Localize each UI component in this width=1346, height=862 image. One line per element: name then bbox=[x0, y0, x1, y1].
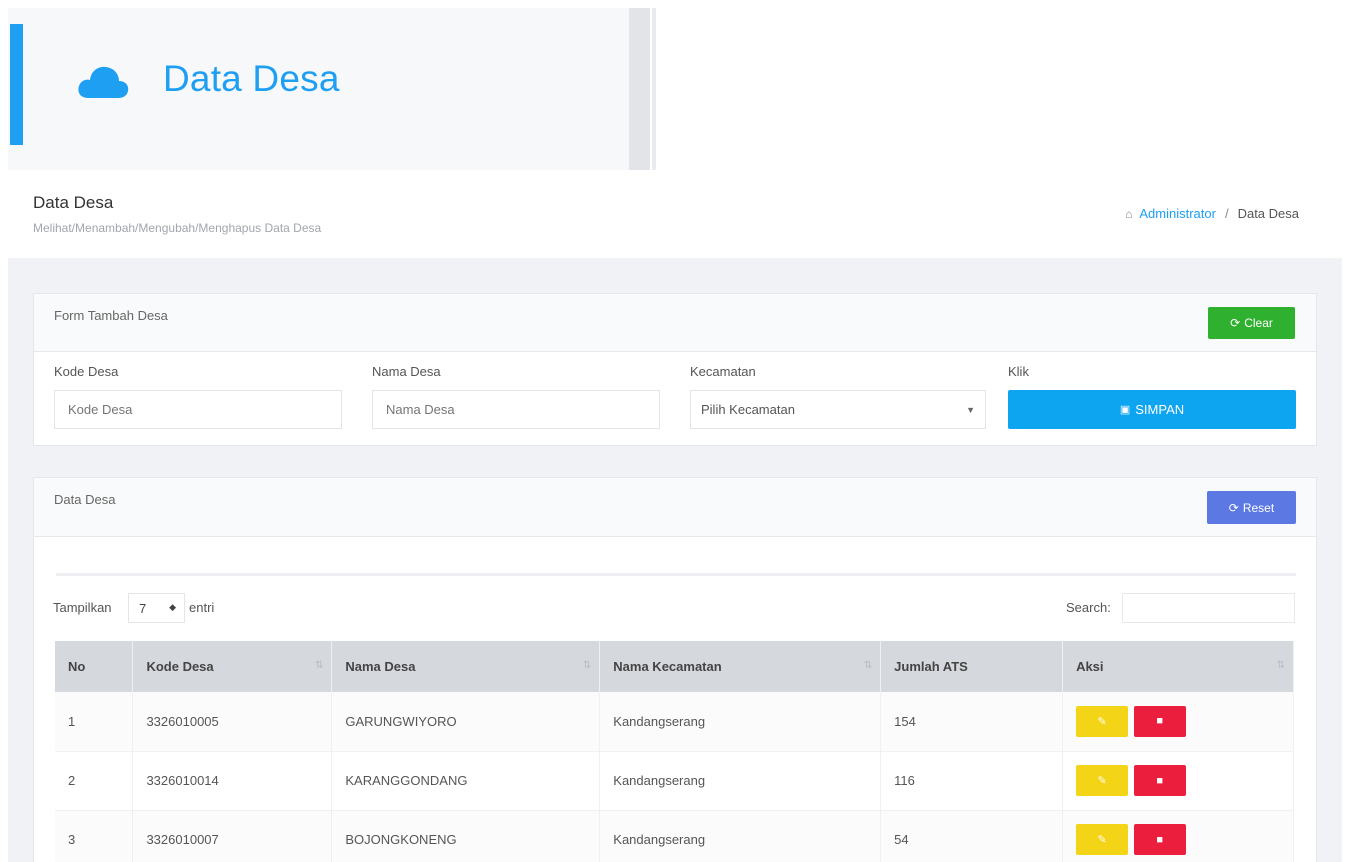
cell-aksi: ✎ ■ bbox=[1062, 810, 1294, 862]
edit-icon: ✎ bbox=[1097, 775, 1107, 787]
kecamatan-select-value: Pilih Kecamatan bbox=[701, 402, 795, 417]
column-header-jumlah-ats[interactable]: Jumlah ATS bbox=[880, 641, 1064, 692]
chevron-updown-icon: ◆ bbox=[169, 602, 176, 612]
trash-icon: ■ bbox=[1156, 715, 1164, 728]
cell-nama-kecamatan: Kandangserang bbox=[599, 692, 882, 752]
page-subtitle: Melihat/Menambah/Mengubah/Menghapus Data… bbox=[33, 221, 322, 235]
refresh-icon: ⟳ bbox=[1228, 500, 1239, 515]
kode-desa-label: Kode Desa bbox=[54, 364, 119, 379]
column-header-nama-kecamatan[interactable]: Nama Kecamatan ⇅ bbox=[599, 641, 882, 692]
length-label-before: Tampilkan bbox=[53, 600, 112, 615]
sort-icon: ⇅ bbox=[863, 660, 873, 671]
home-icon: ⌂ bbox=[1125, 206, 1133, 221]
refresh-icon: ⟳ bbox=[1230, 316, 1241, 330]
banner-divider bbox=[629, 8, 650, 170]
edit-button[interactable]: ✎ bbox=[1076, 824, 1129, 855]
sort-icon: ⇅ bbox=[314, 660, 324, 671]
trash-icon: ■ bbox=[1156, 833, 1164, 846]
breadcrumb-link-administrator[interactable]: Administrator bbox=[1139, 206, 1216, 221]
klik-label: Klik bbox=[1008, 364, 1029, 379]
cell-nama-kecamatan: Kandangserang bbox=[599, 810, 882, 862]
sort-icon: ⇅ bbox=[1276, 660, 1285, 671]
banner-divider-thin bbox=[652, 8, 656, 170]
banner-title: Data Desa bbox=[163, 58, 340, 99]
table-row: 1 3326010005 GARUNGWIYORO Kandangserang … bbox=[55, 692, 1294, 752]
simpan-button-label: SIMPAN bbox=[1135, 402, 1185, 417]
column-header-nama-desa[interactable]: Nama Desa ⇅ bbox=[331, 641, 601, 692]
clear-button[interactable]: ⟳ Clear bbox=[1208, 307, 1295, 339]
delete-button[interactable]: ■ bbox=[1133, 824, 1186, 855]
cell-nama-desa: GARUNGWIYORO bbox=[331, 692, 601, 752]
cell-kode-desa: 3326010005 bbox=[132, 692, 333, 752]
nama-desa-input[interactable] bbox=[372, 390, 660, 429]
edit-icon: ✎ bbox=[1097, 715, 1107, 728]
cell-jumlah-ats: 154 bbox=[880, 692, 1064, 752]
trash-icon: ■ bbox=[1156, 774, 1164, 787]
kode-desa-input[interactable] bbox=[54, 390, 342, 429]
search-input[interactable] bbox=[1122, 593, 1295, 623]
form-card-title: Form Tambah Desa bbox=[54, 308, 168, 323]
cell-no: 3 bbox=[55, 810, 134, 862]
reset-button-label: Reset bbox=[1242, 500, 1275, 515]
nama-desa-label: Nama Desa bbox=[372, 364, 441, 379]
breadcrumb-current: Data Desa bbox=[1237, 206, 1299, 221]
page-length-select[interactable]: 7 ◆ bbox=[128, 593, 185, 623]
search-label: Search: bbox=[1066, 600, 1111, 615]
page-header: Data Desa Melihat/Menambah/Mengubah/Meng… bbox=[0, 170, 1346, 258]
table-divider bbox=[56, 573, 1296, 576]
form-card: Form Tambah Desa ⟳ Clear Kode Desa Nama … bbox=[33, 293, 1317, 446]
form-card-header: Form Tambah Desa ⟳ Clear bbox=[34, 294, 1316, 352]
column-header-no[interactable]: No bbox=[55, 641, 134, 692]
edit-button[interactable]: ✎ bbox=[1076, 705, 1129, 737]
page-length-value: 7 bbox=[139, 600, 147, 616]
banner-accent-bar bbox=[10, 24, 23, 145]
cell-aksi: ✎ ■ bbox=[1062, 751, 1294, 811]
cell-no: 2 bbox=[55, 751, 134, 811]
length-label-after: entri bbox=[189, 600, 215, 615]
table-header-row: No Kode Desa ⇅ Nama Desa ⇅ Nama Kecamatan ⇅… bbox=[55, 641, 1294, 692]
kecamatan-select[interactable]: Pilih Kecamatan ▼ bbox=[690, 390, 986, 429]
cloud-icon bbox=[78, 66, 129, 98]
table-card-title: Data Desa bbox=[54, 492, 116, 507]
simpan-button[interactable]: ▣ SIMPAN bbox=[1008, 390, 1296, 429]
data-table: No Kode Desa ⇅ Nama Desa ⇅ Nama Kecamatan ⇅… bbox=[55, 641, 1294, 862]
cell-no: 1 bbox=[55, 692, 134, 752]
cell-kode-desa: 3326010014 bbox=[132, 751, 333, 811]
chevron-down-icon: ▼ bbox=[966, 405, 975, 415]
table-row: 2 3326010014 KARANGGONDANG Kandangserang… bbox=[55, 751, 1294, 811]
delete-button[interactable]: ■ bbox=[1133, 765, 1186, 796]
breadcrumb-separator: / bbox=[1224, 206, 1229, 221]
sort-icon: ⇅ bbox=[582, 660, 592, 671]
reset-button[interactable]: ⟳ Reset bbox=[1207, 491, 1296, 524]
table-row: 3 3326010007 BOJONGKONENG Kandangserang … bbox=[55, 810, 1294, 862]
edit-button[interactable]: ✎ bbox=[1076, 765, 1129, 796]
cell-aksi: ✎ ■ bbox=[1062, 692, 1294, 752]
edit-icon: ✎ bbox=[1097, 834, 1107, 846]
delete-button[interactable]: ■ bbox=[1133, 705, 1186, 737]
kecamatan-label: Kecamatan bbox=[690, 364, 756, 379]
clear-button-label: Clear bbox=[1244, 316, 1273, 330]
floppy-disk-icon: ▣ bbox=[1119, 404, 1131, 416]
breadcrumb: ⌂ Administrator / Data Desa bbox=[1125, 206, 1299, 221]
content-area: Form Tambah Desa ⟳ Clear Kode Desa Nama … bbox=[8, 258, 1342, 862]
cell-nama-kecamatan: Kandangserang bbox=[599, 751, 882, 811]
cell-jumlah-ats: 116 bbox=[880, 751, 1064, 811]
page-title: Data Desa bbox=[33, 193, 114, 212]
cell-kode-desa: 3326010007 bbox=[132, 810, 333, 862]
table-card-header: Data Desa ⟳ Reset bbox=[34, 478, 1316, 537]
column-header-kode-desa[interactable]: Kode Desa ⇅ bbox=[132, 641, 333, 692]
cell-nama-desa: BOJONGKONENG bbox=[331, 810, 601, 862]
column-header-aksi[interactable]: Aksi ⇅ bbox=[1062, 641, 1294, 692]
cell-nama-desa: KARANGGONDANG bbox=[331, 751, 601, 811]
cell-jumlah-ats: 54 bbox=[880, 810, 1064, 862]
